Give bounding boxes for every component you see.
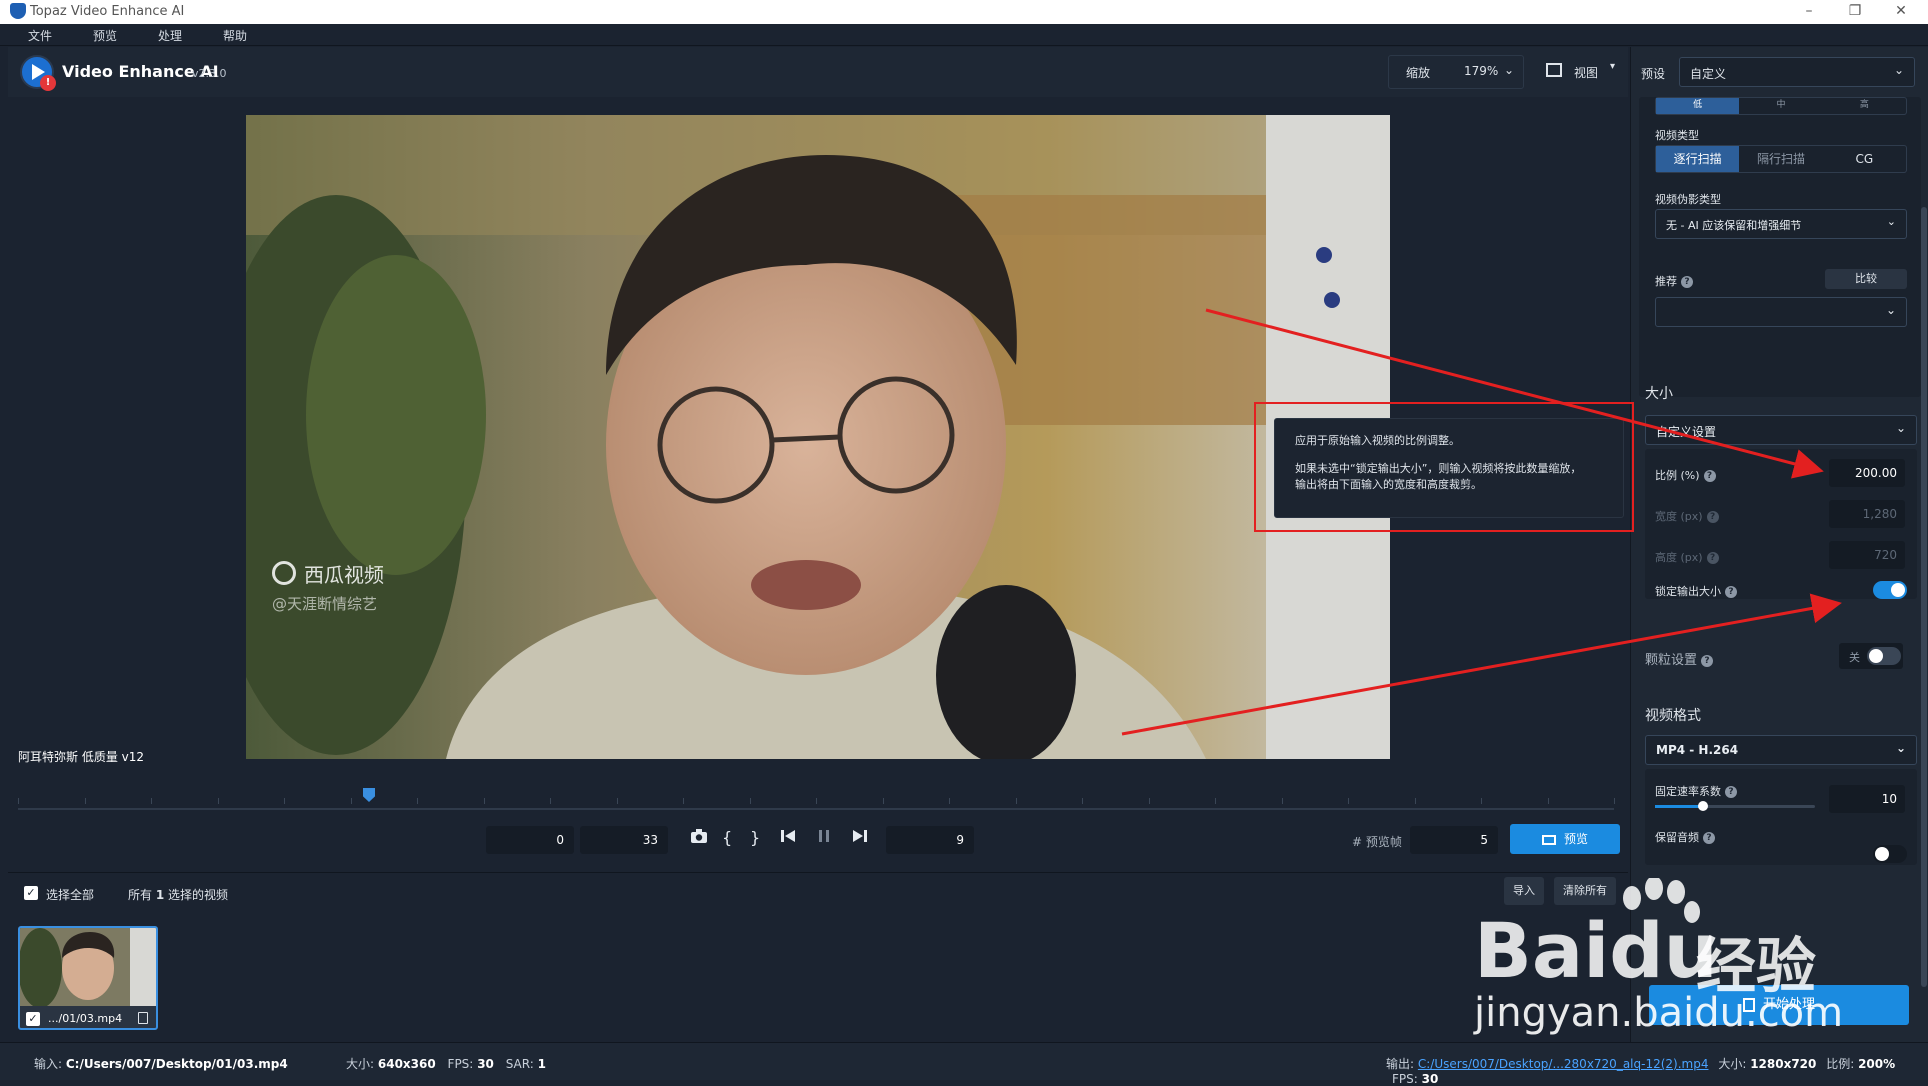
- paw-logo-icon: [1612, 876, 1702, 948]
- baidu-bai: Bai: [1474, 906, 1610, 995]
- baidu-watermark: Baidu 经验 jingyan.baidu.com: [1474, 876, 1928, 1048]
- arrow-to-lock: [1121, 593, 1842, 736]
- arrow-to-scale: [1205, 308, 1824, 479]
- baidu-url: jingyan.baidu.com: [1474, 990, 1844, 1036]
